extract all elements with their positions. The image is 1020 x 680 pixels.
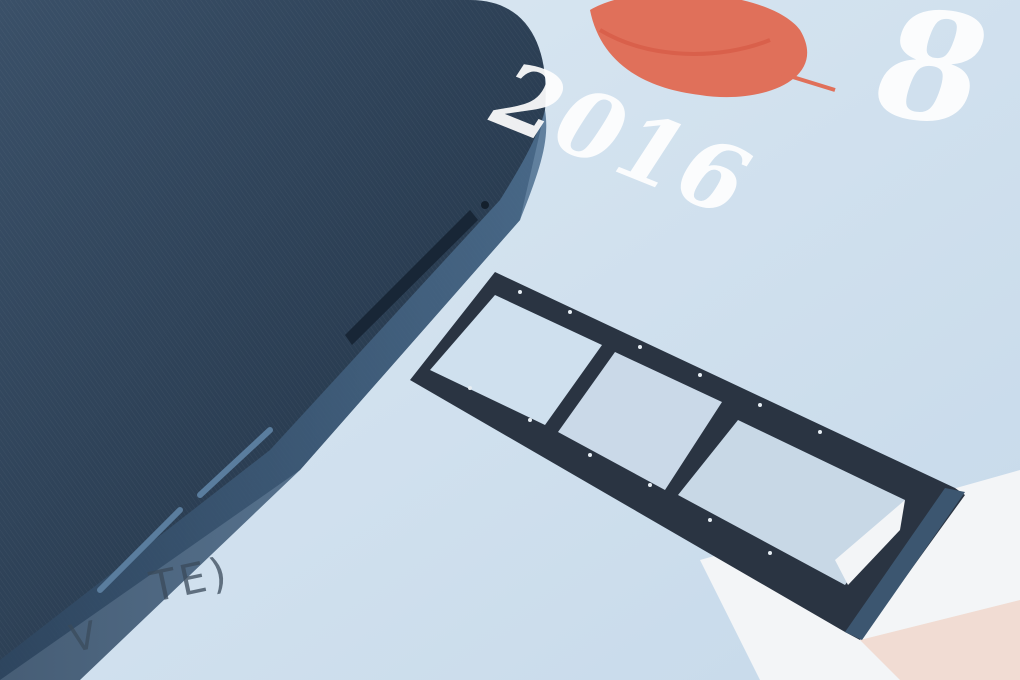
photo-scene: 2016 8 TE) V bbox=[0, 0, 1020, 680]
eject-pinhole bbox=[481, 201, 489, 209]
